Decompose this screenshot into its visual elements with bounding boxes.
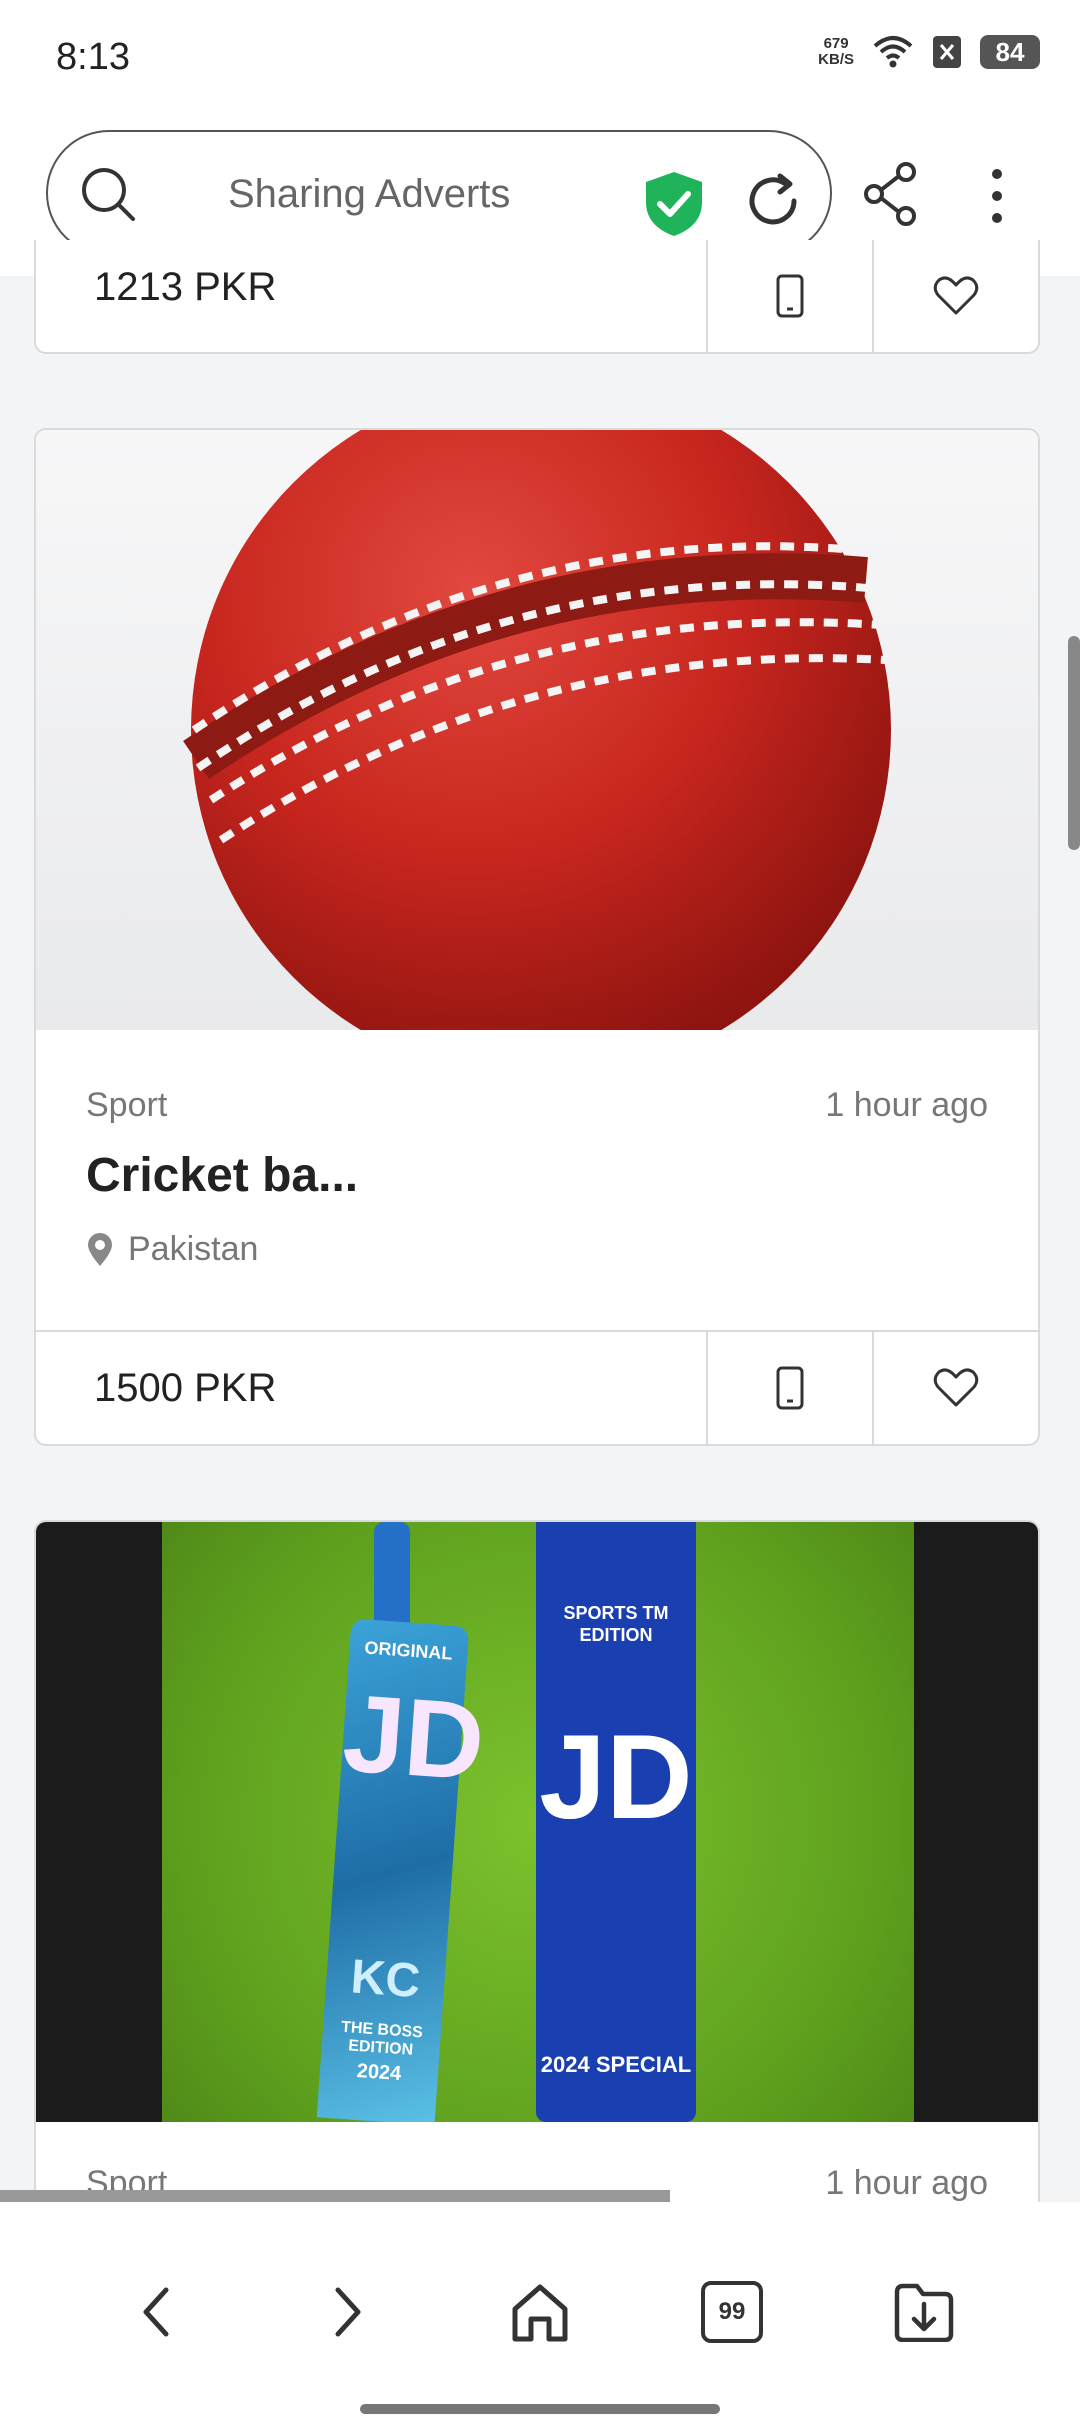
location-text: Pakistan: [128, 1230, 259, 1268]
home-button[interactable]: [500, 2272, 580, 2352]
listing-details: Sport 1 hour ago Cricket ba... Pakistan: [36, 1030, 1038, 1332]
bat-2: SPORTS TM EDITION JD 2024 SPECIAL: [536, 1522, 696, 2122]
bottom-navigation: 99: [0, 2202, 1080, 2436]
phone-icon: [776, 274, 804, 318]
address-bar-text: Sharing Adverts: [228, 172, 511, 216]
listing-location: Pakistan: [86, 1230, 258, 1269]
tabs-button[interactable]: 99: [692, 2272, 772, 2352]
price-row: 1500 PKR: [36, 1332, 1038, 1444]
tabs-count-icon: 99: [701, 2281, 763, 2343]
shield-check-icon[interactable]: [642, 170, 706, 238]
forward-button[interactable]: [308, 2272, 388, 2352]
favorite-button[interactable]: [872, 240, 1038, 352]
listing-time: 1 hour ago: [825, 2164, 988, 2202]
heart-icon: [933, 1368, 979, 1407]
download-folder-icon: [894, 2283, 954, 2342]
status-time: 8:13: [56, 36, 130, 78]
battery-indicator: 84: [980, 35, 1040, 69]
listing-image[interactable]: ORIGINAL JD KC THE BOSS EDITION 2024 SPO…: [36, 1522, 1038, 2122]
search-icon: [82, 168, 135, 221]
gesture-bar[interactable]: [360, 2404, 720, 2414]
listing-card[interactable]: ORIGINAL JD KC THE BOSS EDITION 2024 SPO…: [34, 1520, 1040, 2220]
phone-icon: [776, 1366, 804, 1410]
price: 1500 PKR: [94, 1365, 277, 1410]
status-bar: 8:13 679 KB/S 84: [0, 0, 1080, 118]
chevron-left-icon: [143, 2287, 169, 2337]
listing-image[interactable]: [36, 430, 1038, 1030]
call-button[interactable]: [706, 240, 872, 352]
price-row: 1213 PKR: [36, 240, 1038, 352]
share-icon[interactable]: [862, 162, 920, 226]
call-button[interactable]: [706, 1332, 872, 1444]
address-bar[interactable]: Sharing Adverts: [46, 130, 832, 256]
chevron-right-icon: [335, 2287, 361, 2337]
listing-title[interactable]: Cricket ba...: [86, 1148, 358, 1203]
home-icon: [512, 2284, 568, 2342]
listing-category: Sport: [86, 1086, 168, 1124]
listing-card[interactable]: 1213 PKR: [34, 240, 1040, 354]
price: 1213 PKR: [94, 264, 277, 309]
wifi-icon: [873, 36, 913, 68]
location-pin-icon: [88, 1232, 112, 1266]
status-icons: 679 KB/S 84: [818, 34, 1040, 70]
bat-1: ORIGINAL JD KC THE BOSS EDITION 2024: [316, 1522, 488, 2122]
sim-disabled-icon: [933, 36, 961, 68]
back-button[interactable]: [116, 2272, 196, 2352]
page-scrollbar[interactable]: [1068, 636, 1080, 850]
reload-icon[interactable]: [742, 170, 804, 232]
more-options-icon[interactable]: [972, 166, 1022, 226]
listing-card[interactable]: Sport 1 hour ago Cricket ba... Pakistan …: [34, 428, 1040, 1446]
network-speed: 679 KB/S: [818, 35, 854, 68]
scroll-progress-bar: [0, 2190, 670, 2202]
listing-time: 1 hour ago: [825, 1086, 988, 1124]
cricket-ball-image: [183, 430, 891, 1030]
downloads-button[interactable]: [884, 2272, 964, 2352]
heart-icon: [933, 276, 979, 315]
favorite-button[interactable]: [872, 1332, 1038, 1444]
